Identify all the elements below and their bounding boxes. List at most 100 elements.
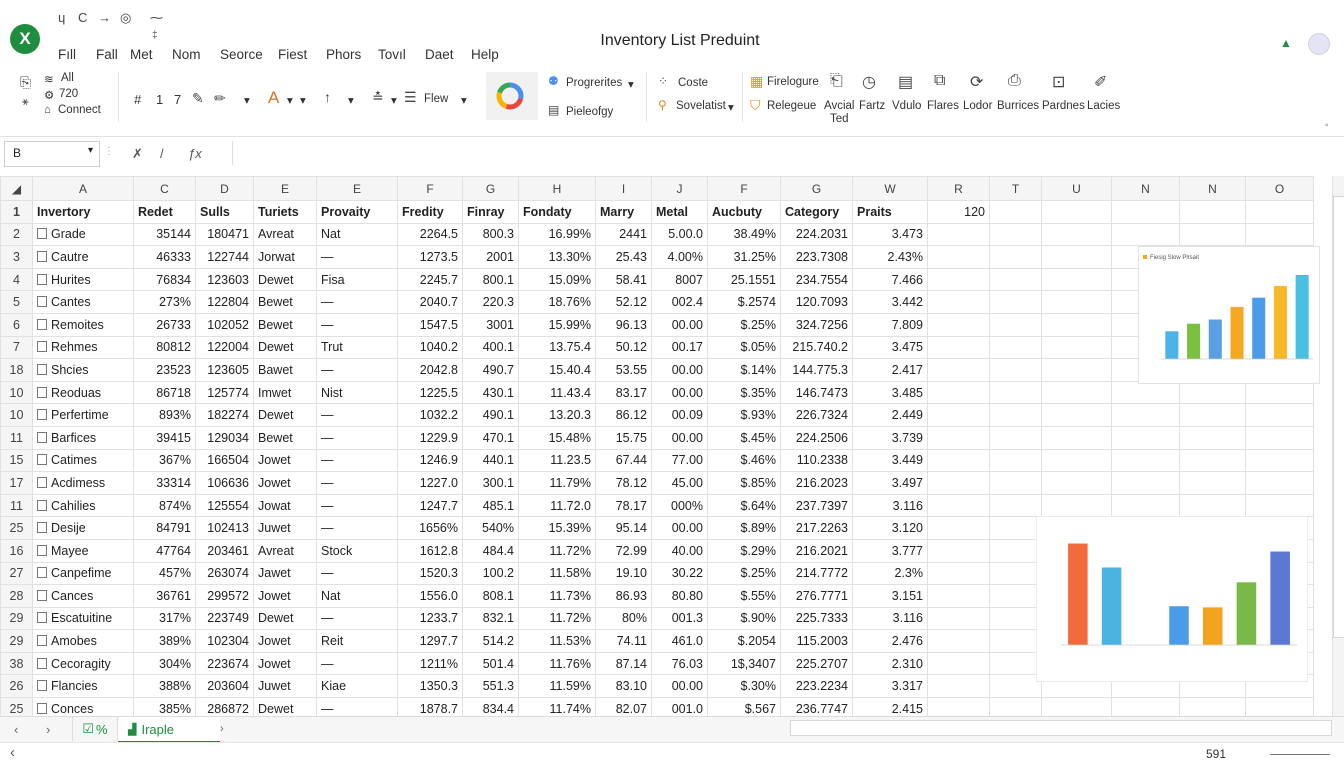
column-header[interactable]: G: [462, 176, 519, 201]
cell[interactable]: 47764: [133, 538, 196, 563]
cell[interactable]: Jowet: [253, 584, 317, 608]
cell[interactable]: 80.80: [651, 584, 708, 608]
chart-style-gallery[interactable]: [486, 72, 538, 120]
brush-icon[interactable]: ✎: [192, 90, 204, 107]
menu-source[interactable]: Seorce: [220, 47, 263, 62]
row-number[interactable]: 17: [0, 471, 33, 495]
cell[interactable]: 225.7333: [780, 606, 853, 631]
empty-cell[interactable]: [927, 267, 990, 292]
item-name-cell[interactable]: Cautre: [32, 245, 134, 269]
cell[interactable]: Avreat: [253, 222, 317, 247]
cell[interactable]: Dewet: [253, 335, 317, 360]
formula-input[interactable]: [232, 141, 1339, 165]
bar-chart-small[interactable]: Fiesig Slow Plrsait: [1138, 246, 1320, 384]
empty-cell[interactable]: [989, 493, 1042, 518]
cell[interactable]: Juwet: [253, 516, 317, 540]
cell[interactable]: 00.00: [651, 516, 708, 540]
chart-bar[interactable]: [1295, 275, 1309, 359]
item-name-cell[interactable]: Cances: [32, 584, 134, 608]
cell[interactable]: —: [316, 425, 398, 450]
empty-cell[interactable]: [927, 584, 990, 608]
cell[interactable]: —: [316, 697, 398, 716]
align-dropdown-icon[interactable]: ▾: [391, 93, 397, 107]
column-header[interactable]: J: [651, 176, 708, 201]
header-cell[interactable]: Finray: [462, 200, 519, 224]
cell[interactable]: Bewet: [253, 425, 317, 450]
row-number[interactable]: 1: [0, 200, 33, 224]
row-number[interactable]: 6: [0, 312, 33, 337]
checkbox-icon[interactable]: [37, 409, 47, 421]
cell[interactable]: 76.03: [651, 651, 708, 676]
empty-cell[interactable]: [989, 312, 1042, 337]
cell[interactable]: 00.09: [651, 403, 708, 427]
cell[interactable]: 3.473: [852, 222, 928, 247]
cell[interactable]: 00.00: [651, 312, 708, 337]
cell[interactable]: 223674: [195, 651, 254, 676]
row-number[interactable]: 28: [0, 584, 33, 608]
empty-cell[interactable]: [1111, 425, 1180, 450]
cell[interactable]: 2.415: [852, 697, 928, 716]
column-header[interactable]: F: [397, 176, 463, 201]
checkbox-icon[interactable]: [37, 499, 47, 511]
font-size-dropdown-icon[interactable]: ▾: [300, 93, 306, 107]
empty-cell[interactable]: [1245, 448, 1314, 473]
item-name-cell[interactable]: Grade: [32, 222, 134, 247]
item-name-cell[interactable]: Mayee: [32, 538, 134, 563]
row-number[interactable]: 5: [0, 290, 33, 314]
cell[interactable]: 1211%: [397, 651, 463, 676]
cell[interactable]: 224.2031: [780, 222, 853, 247]
cell[interactable]: 002.4: [651, 290, 708, 314]
cell[interactable]: 215.740.2: [780, 335, 853, 360]
cell[interactable]: 300.1: [462, 471, 519, 495]
cell[interactable]: Fisa: [316, 267, 398, 292]
empty-cell[interactable]: [1041, 312, 1112, 337]
header-cell[interactable]: Invertory: [32, 200, 134, 224]
cell[interactable]: 1350.3: [397, 674, 463, 699]
checkbox-icon[interactable]: [37, 363, 47, 375]
empty-cell[interactable]: [927, 290, 990, 314]
cell[interactable]: 11.53%: [518, 629, 596, 653]
checkbox-icon[interactable]: [37, 250, 47, 262]
cell[interactable]: 1032.2: [397, 403, 463, 427]
empty-cell[interactable]: [927, 629, 990, 653]
cell[interactable]: 273%: [133, 290, 196, 314]
cell[interactable]: 385%: [133, 697, 196, 716]
cell[interactable]: 7.809: [852, 312, 928, 337]
cell[interactable]: 3.449: [852, 448, 928, 473]
cell[interactable]: $.30%: [707, 674, 781, 699]
row-number[interactable]: 38: [0, 651, 33, 676]
menu-help[interactable]: Help: [471, 47, 499, 62]
cell[interactable]: 540%: [462, 516, 519, 540]
cell[interactable]: 1225.5: [397, 380, 463, 405]
menu-met[interactable]: Met: [130, 47, 153, 62]
cell[interactable]: 4.00%: [651, 245, 708, 269]
cell[interactable]: 2042.8: [397, 358, 463, 382]
cell[interactable]: 2264.5: [397, 222, 463, 247]
cell[interactable]: Avreat: [253, 538, 317, 563]
cell[interactable]: 00.00: [651, 358, 708, 382]
progresses-dropdown-icon[interactable]: ▾: [628, 77, 634, 91]
cell[interactable]: 3.120: [852, 516, 928, 540]
cell[interactable]: 457%: [133, 561, 196, 586]
checkbox-icon[interactable]: [37, 318, 47, 330]
empty-cell[interactable]: [1111, 493, 1180, 518]
cell[interactable]: 102413: [195, 516, 254, 540]
row-number[interactable]: 18: [0, 358, 33, 382]
empty-cell[interactable]: [1179, 425, 1246, 450]
sheet-nav-next-icon[interactable]: ›: [46, 717, 50, 741]
item-name-cell[interactable]: Barfices: [32, 425, 134, 450]
cell[interactable]: —: [316, 651, 398, 676]
empty-cell[interactable]: [927, 538, 990, 563]
empty-cell[interactable]: [1111, 222, 1180, 247]
cell[interactable]: 3.442: [852, 290, 928, 314]
cell[interactable]: 430.1: [462, 380, 519, 405]
header-cell[interactable]: Category: [780, 200, 853, 224]
checkbox-icon[interactable]: [37, 702, 47, 714]
chart-bar[interactable]: [1236, 582, 1257, 645]
cell[interactable]: $.25%: [707, 312, 781, 337]
cell[interactable]: 3.497: [852, 471, 928, 495]
cell[interactable]: 3.739: [852, 425, 928, 450]
item-name-cell[interactable]: Perfertime: [32, 403, 134, 427]
cell[interactable]: Nat: [316, 584, 398, 608]
cell[interactable]: 96.13: [595, 312, 652, 337]
